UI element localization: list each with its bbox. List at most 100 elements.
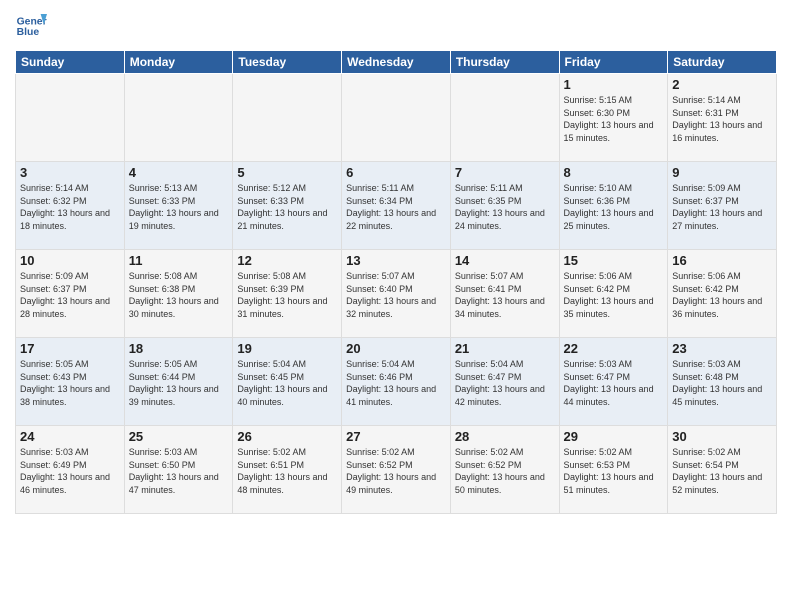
calendar-week-1: 1 Sunrise: 5:15 AMSunset: 6:30 PMDaylight… bbox=[16, 74, 777, 162]
logo-icon: General Blue bbox=[15, 10, 47, 42]
calendar-body: 1 Sunrise: 5:15 AMSunset: 6:30 PMDaylight… bbox=[16, 74, 777, 514]
day-number: 6 bbox=[346, 165, 446, 180]
day-info: Sunrise: 5:06 AMSunset: 6:42 PMDaylight:… bbox=[564, 270, 664, 320]
day-number: 3 bbox=[20, 165, 120, 180]
calendar-cell: 9 Sunrise: 5:09 AMSunset: 6:37 PMDaylight… bbox=[668, 162, 777, 250]
day-info: Sunrise: 5:15 AMSunset: 6:30 PMDaylight:… bbox=[564, 94, 664, 144]
calendar-cell: 29 Sunrise: 5:02 AMSunset: 6:53 PMDayligh… bbox=[559, 426, 668, 514]
day-info: Sunrise: 5:07 AMSunset: 6:40 PMDaylight:… bbox=[346, 270, 446, 320]
calendar-cell: 1 Sunrise: 5:15 AMSunset: 6:30 PMDaylight… bbox=[559, 74, 668, 162]
day-info: Sunrise: 5:03 AMSunset: 6:48 PMDaylight:… bbox=[672, 358, 772, 408]
day-number: 15 bbox=[564, 253, 664, 268]
calendar-cell: 10 Sunrise: 5:09 AMSunset: 6:37 PMDayligh… bbox=[16, 250, 125, 338]
day-number: 19 bbox=[237, 341, 337, 356]
day-info: Sunrise: 5:02 AMSunset: 6:52 PMDaylight:… bbox=[455, 446, 555, 496]
day-info: Sunrise: 5:02 AMSunset: 6:51 PMDaylight:… bbox=[237, 446, 337, 496]
calendar-cell: 4 Sunrise: 5:13 AMSunset: 6:33 PMDaylight… bbox=[124, 162, 233, 250]
day-info: Sunrise: 5:04 AMSunset: 6:45 PMDaylight:… bbox=[237, 358, 337, 408]
calendar-cell: 21Sunrise: 5:04 AMSunset: 6:47 PMDayligh… bbox=[450, 338, 559, 426]
day-number: 4 bbox=[129, 165, 229, 180]
day-info: Sunrise: 5:14 AMSunset: 6:31 PMDaylight:… bbox=[672, 94, 772, 144]
calendar-cell: 8 Sunrise: 5:10 AMSunset: 6:36 PMDaylight… bbox=[559, 162, 668, 250]
calendar-cell: 19 Sunrise: 5:04 AMSunset: 6:45 PMDayligh… bbox=[233, 338, 342, 426]
day-number: 18 bbox=[129, 341, 229, 356]
day-number: 26 bbox=[237, 429, 337, 444]
day-info: Sunrise: 5:11 AMSunset: 6:35 PMDaylight:… bbox=[455, 182, 555, 232]
calendar-cell bbox=[342, 74, 451, 162]
day-info: Sunrise: 5:03 AMSunset: 6:47 PMDaylight:… bbox=[564, 358, 664, 408]
calendar-cell bbox=[124, 74, 233, 162]
calendar-cell: 22Sunrise: 5:03 AMSunset: 6:47 PMDayligh… bbox=[559, 338, 668, 426]
day-info: Sunrise: 5:05 AMSunset: 6:43 PMDaylight:… bbox=[20, 358, 120, 408]
calendar-cell: 13 Sunrise: 5:07 AMSunset: 6:40 PMDayligh… bbox=[342, 250, 451, 338]
calendar-cell: 6 Sunrise: 5:11 AMSunset: 6:34 PMDaylight… bbox=[342, 162, 451, 250]
calendar-cell: 3Sunrise: 5:14 AMSunset: 6:32 PMDaylight… bbox=[16, 162, 125, 250]
day-number: 12 bbox=[237, 253, 337, 268]
day-number: 16 bbox=[672, 253, 772, 268]
day-info: Sunrise: 5:05 AMSunset: 6:44 PMDaylight:… bbox=[129, 358, 229, 408]
calendar-cell bbox=[450, 74, 559, 162]
calendar-cell: 17Sunrise: 5:05 AMSunset: 6:43 PMDayligh… bbox=[16, 338, 125, 426]
calendar-cell bbox=[16, 74, 125, 162]
calendar-cell: 26 Sunrise: 5:02 AMSunset: 6:51 PMDayligh… bbox=[233, 426, 342, 514]
day-info: Sunrise: 5:07 AMSunset: 6:41 PMDaylight:… bbox=[455, 270, 555, 320]
day-number: 27 bbox=[346, 429, 446, 444]
calendar-cell: 25 Sunrise: 5:03 AMSunset: 6:50 PMDayligh… bbox=[124, 426, 233, 514]
calendar-cell: 28 Sunrise: 5:02 AMSunset: 6:52 PMDayligh… bbox=[450, 426, 559, 514]
day-number: 11 bbox=[129, 253, 229, 268]
day-number: 28 bbox=[455, 429, 555, 444]
calendar-table: SundayMondayTuesdayWednesdayThursdayFrid… bbox=[15, 50, 777, 514]
day-info: Sunrise: 5:02 AMSunset: 6:53 PMDaylight:… bbox=[564, 446, 664, 496]
day-number: 10 bbox=[20, 253, 120, 268]
calendar-cell: 7 Sunrise: 5:11 AMSunset: 6:35 PMDaylight… bbox=[450, 162, 559, 250]
day-info: Sunrise: 5:06 AMSunset: 6:42 PMDaylight:… bbox=[672, 270, 772, 320]
calendar-week-3: 10 Sunrise: 5:09 AMSunset: 6:37 PMDayligh… bbox=[16, 250, 777, 338]
day-number: 20 bbox=[346, 341, 446, 356]
weekday-wednesday: Wednesday bbox=[342, 51, 451, 74]
calendar-cell: 2 Sunrise: 5:14 AMSunset: 6:31 PMDaylight… bbox=[668, 74, 777, 162]
day-info: Sunrise: 5:02 AMSunset: 6:52 PMDaylight:… bbox=[346, 446, 446, 496]
day-info: Sunrise: 5:03 AMSunset: 6:49 PMDaylight:… bbox=[20, 446, 120, 496]
day-number: 24 bbox=[20, 429, 120, 444]
calendar-cell: 12 Sunrise: 5:08 AMSunset: 6:39 PMDayligh… bbox=[233, 250, 342, 338]
day-number: 8 bbox=[564, 165, 664, 180]
day-number: 1 bbox=[564, 77, 664, 92]
weekday-tuesday: Tuesday bbox=[233, 51, 342, 74]
day-number: 9 bbox=[672, 165, 772, 180]
day-info: Sunrise: 5:02 AMSunset: 6:54 PMDaylight:… bbox=[672, 446, 772, 496]
calendar-cell bbox=[233, 74, 342, 162]
day-info: Sunrise: 5:12 AMSunset: 6:33 PMDaylight:… bbox=[237, 182, 337, 232]
day-info: Sunrise: 5:13 AMSunset: 6:33 PMDaylight:… bbox=[129, 182, 229, 232]
day-number: 13 bbox=[346, 253, 446, 268]
day-number: 14 bbox=[455, 253, 555, 268]
day-number: 23 bbox=[672, 341, 772, 356]
day-info: Sunrise: 5:08 AMSunset: 6:39 PMDaylight:… bbox=[237, 270, 337, 320]
day-number: 21 bbox=[455, 341, 555, 356]
calendar-cell: 14 Sunrise: 5:07 AMSunset: 6:41 PMDayligh… bbox=[450, 250, 559, 338]
day-info: Sunrise: 5:11 AMSunset: 6:34 PMDaylight:… bbox=[346, 182, 446, 232]
weekday-thursday: Thursday bbox=[450, 51, 559, 74]
calendar-cell: 16 Sunrise: 5:06 AMSunset: 6:42 PMDayligh… bbox=[668, 250, 777, 338]
calendar-week-4: 17Sunrise: 5:05 AMSunset: 6:43 PMDayligh… bbox=[16, 338, 777, 426]
calendar-cell: 27 Sunrise: 5:02 AMSunset: 6:52 PMDayligh… bbox=[342, 426, 451, 514]
day-number: 30 bbox=[672, 429, 772, 444]
calendar-cell: 24 Sunrise: 5:03 AMSunset: 6:49 PMDayligh… bbox=[16, 426, 125, 514]
weekday-header-row: SundayMondayTuesdayWednesdayThursdayFrid… bbox=[16, 51, 777, 74]
calendar-cell: 23 Sunrise: 5:03 AMSunset: 6:48 PMDayligh… bbox=[668, 338, 777, 426]
day-number: 29 bbox=[564, 429, 664, 444]
day-number: 25 bbox=[129, 429, 229, 444]
calendar-cell: 15 Sunrise: 5:06 AMSunset: 6:42 PMDayligh… bbox=[559, 250, 668, 338]
day-info: Sunrise: 5:10 AMSunset: 6:36 PMDaylight:… bbox=[564, 182, 664, 232]
calendar-header: SundayMondayTuesdayWednesdayThursdayFrid… bbox=[16, 51, 777, 74]
day-info: Sunrise: 5:04 AMSunset: 6:46 PMDaylight:… bbox=[346, 358, 446, 408]
weekday-saturday: Saturday bbox=[668, 51, 777, 74]
calendar-cell: 5Sunrise: 5:12 AMSunset: 6:33 PMDaylight… bbox=[233, 162, 342, 250]
logo: General Blue bbox=[15, 10, 47, 42]
day-number: 7 bbox=[455, 165, 555, 180]
day-info: Sunrise: 5:09 AMSunset: 6:37 PMDaylight:… bbox=[20, 270, 120, 320]
day-info: Sunrise: 5:03 AMSunset: 6:50 PMDaylight:… bbox=[129, 446, 229, 496]
calendar-week-5: 24 Sunrise: 5:03 AMSunset: 6:49 PMDayligh… bbox=[16, 426, 777, 514]
calendar-week-2: 3Sunrise: 5:14 AMSunset: 6:32 PMDaylight… bbox=[16, 162, 777, 250]
day-info: Sunrise: 5:09 AMSunset: 6:37 PMDaylight:… bbox=[672, 182, 772, 232]
day-number: 2 bbox=[672, 77, 772, 92]
